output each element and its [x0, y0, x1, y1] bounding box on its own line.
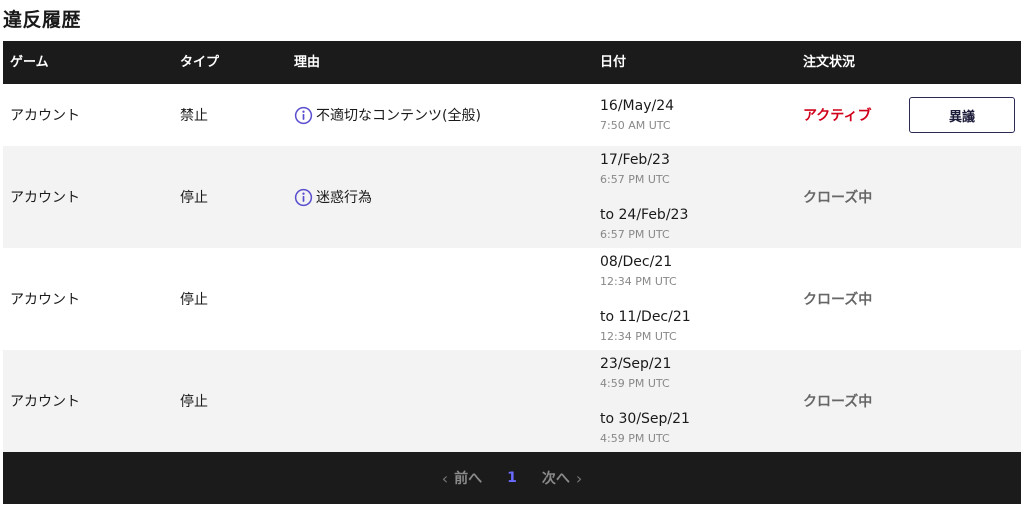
header-type: タイプ — [180, 55, 220, 70]
violation-history-table: ゲーム タイプ 理由 日付 注文状況 アカウント 禁止 不適切なコンテンツ(全般… — [3, 41, 1021, 504]
table-row: アカウント 停止 23/Sep/21 4:59 PM UTC to 30/Sep… — [3, 350, 1021, 452]
date-cell: 17/Feb/23 6:57 PM UTC to 24/Feb/23 6:57 … — [600, 146, 688, 248]
chevron-right-icon: › — [575, 468, 583, 488]
reason-text: 迷惑行為 — [316, 190, 372, 206]
date-cell: 23/Sep/21 4:59 PM UTC to 30/Sep/21 4:59 … — [600, 350, 690, 452]
type-cell: 停止 — [180, 292, 208, 308]
type-cell: 停止 — [180, 190, 208, 206]
info-icon[interactable] — [294, 188, 313, 207]
table-row: アカウント 停止 迷惑行為 17/Feb/23 6:57 PM UTC to 2… — [3, 146, 1021, 248]
pagination: ‹ 前へ 1 次へ › — [3, 452, 1021, 504]
time-start: 7:50 AM UTC — [600, 118, 671, 132]
page-number-current[interactable]: 1 — [507, 470, 517, 486]
reason-cell: 不適切なコンテンツ(全般) — [294, 84, 481, 146]
game-cell: アカウント — [10, 292, 80, 308]
type-cell: 停止 — [180, 394, 208, 410]
date-start: 16/May/24 — [600, 97, 675, 114]
date-start: 08/Dec/21 — [600, 254, 673, 270]
time-start: 6:57 PM UTC — [600, 173, 670, 186]
prev-page-label: 前へ — [454, 471, 483, 487]
header-status: 注文状況 — [803, 55, 856, 70]
prev-page-button[interactable]: ‹ 前へ — [436, 468, 482, 488]
date-start: 23/Sep/21 — [600, 356, 672, 372]
type-cell: 禁止 — [180, 108, 208, 124]
game-cell: アカウント — [10, 108, 80, 124]
time-start: 12:34 PM UTC — [600, 275, 677, 288]
next-page-label: 次へ — [541, 471, 570, 487]
date-cell: 08/Dec/21 12:34 PM UTC to 11/Dec/21 12:3… — [600, 248, 691, 350]
time-end: 6:57 PM UTC — [600, 228, 670, 241]
status-badge: クローズ中 — [803, 190, 873, 206]
table-row: アカウント 禁止 不適切なコンテンツ(全般) 16/May/24 7:50 AM… — [3, 84, 1021, 146]
header-date: 日付 — [600, 55, 627, 70]
time-start: 4:59 PM UTC — [600, 377, 670, 390]
date-start: 17/Feb/23 — [600, 152, 670, 168]
header-game: ゲーム — [10, 55, 49, 70]
game-cell: アカウント — [10, 394, 80, 410]
date-end: to 11/Dec/21 — [600, 309, 691, 325]
next-page-button[interactable]: 次へ › — [542, 468, 588, 488]
date-end: to 30/Sep/21 — [600, 411, 690, 427]
page-title: 違反履歴 — [3, 9, 82, 31]
reason-cell: 迷惑行為 — [294, 146, 372, 248]
game-cell: アカウント — [10, 190, 80, 206]
date-cell: 16/May/24 7:50 AM UTC — [600, 84, 674, 146]
time-end: 4:59 PM UTC — [600, 432, 670, 445]
table-row: アカウント 停止 08/Dec/21 12:34 PM UTC to 11/De… — [3, 248, 1021, 350]
header-reason: 理由 — [294, 55, 321, 70]
status-badge: クローズ中 — [803, 292, 873, 308]
dispute-button[interactable]: 異議 — [909, 97, 1015, 133]
reason-text: 不適切なコンテンツ(全般) — [316, 108, 481, 124]
time-end: 12:34 PM UTC — [600, 330, 677, 343]
status-badge: アクティブ — [803, 108, 872, 124]
info-icon[interactable] — [294, 106, 313, 125]
table-header: ゲーム タイプ 理由 日付 注文状況 — [3, 41, 1021, 84]
status-badge: クローズ中 — [803, 394, 873, 410]
date-end: to 24/Feb/23 — [600, 207, 689, 223]
chevron-left-icon: ‹ — [441, 468, 449, 488]
